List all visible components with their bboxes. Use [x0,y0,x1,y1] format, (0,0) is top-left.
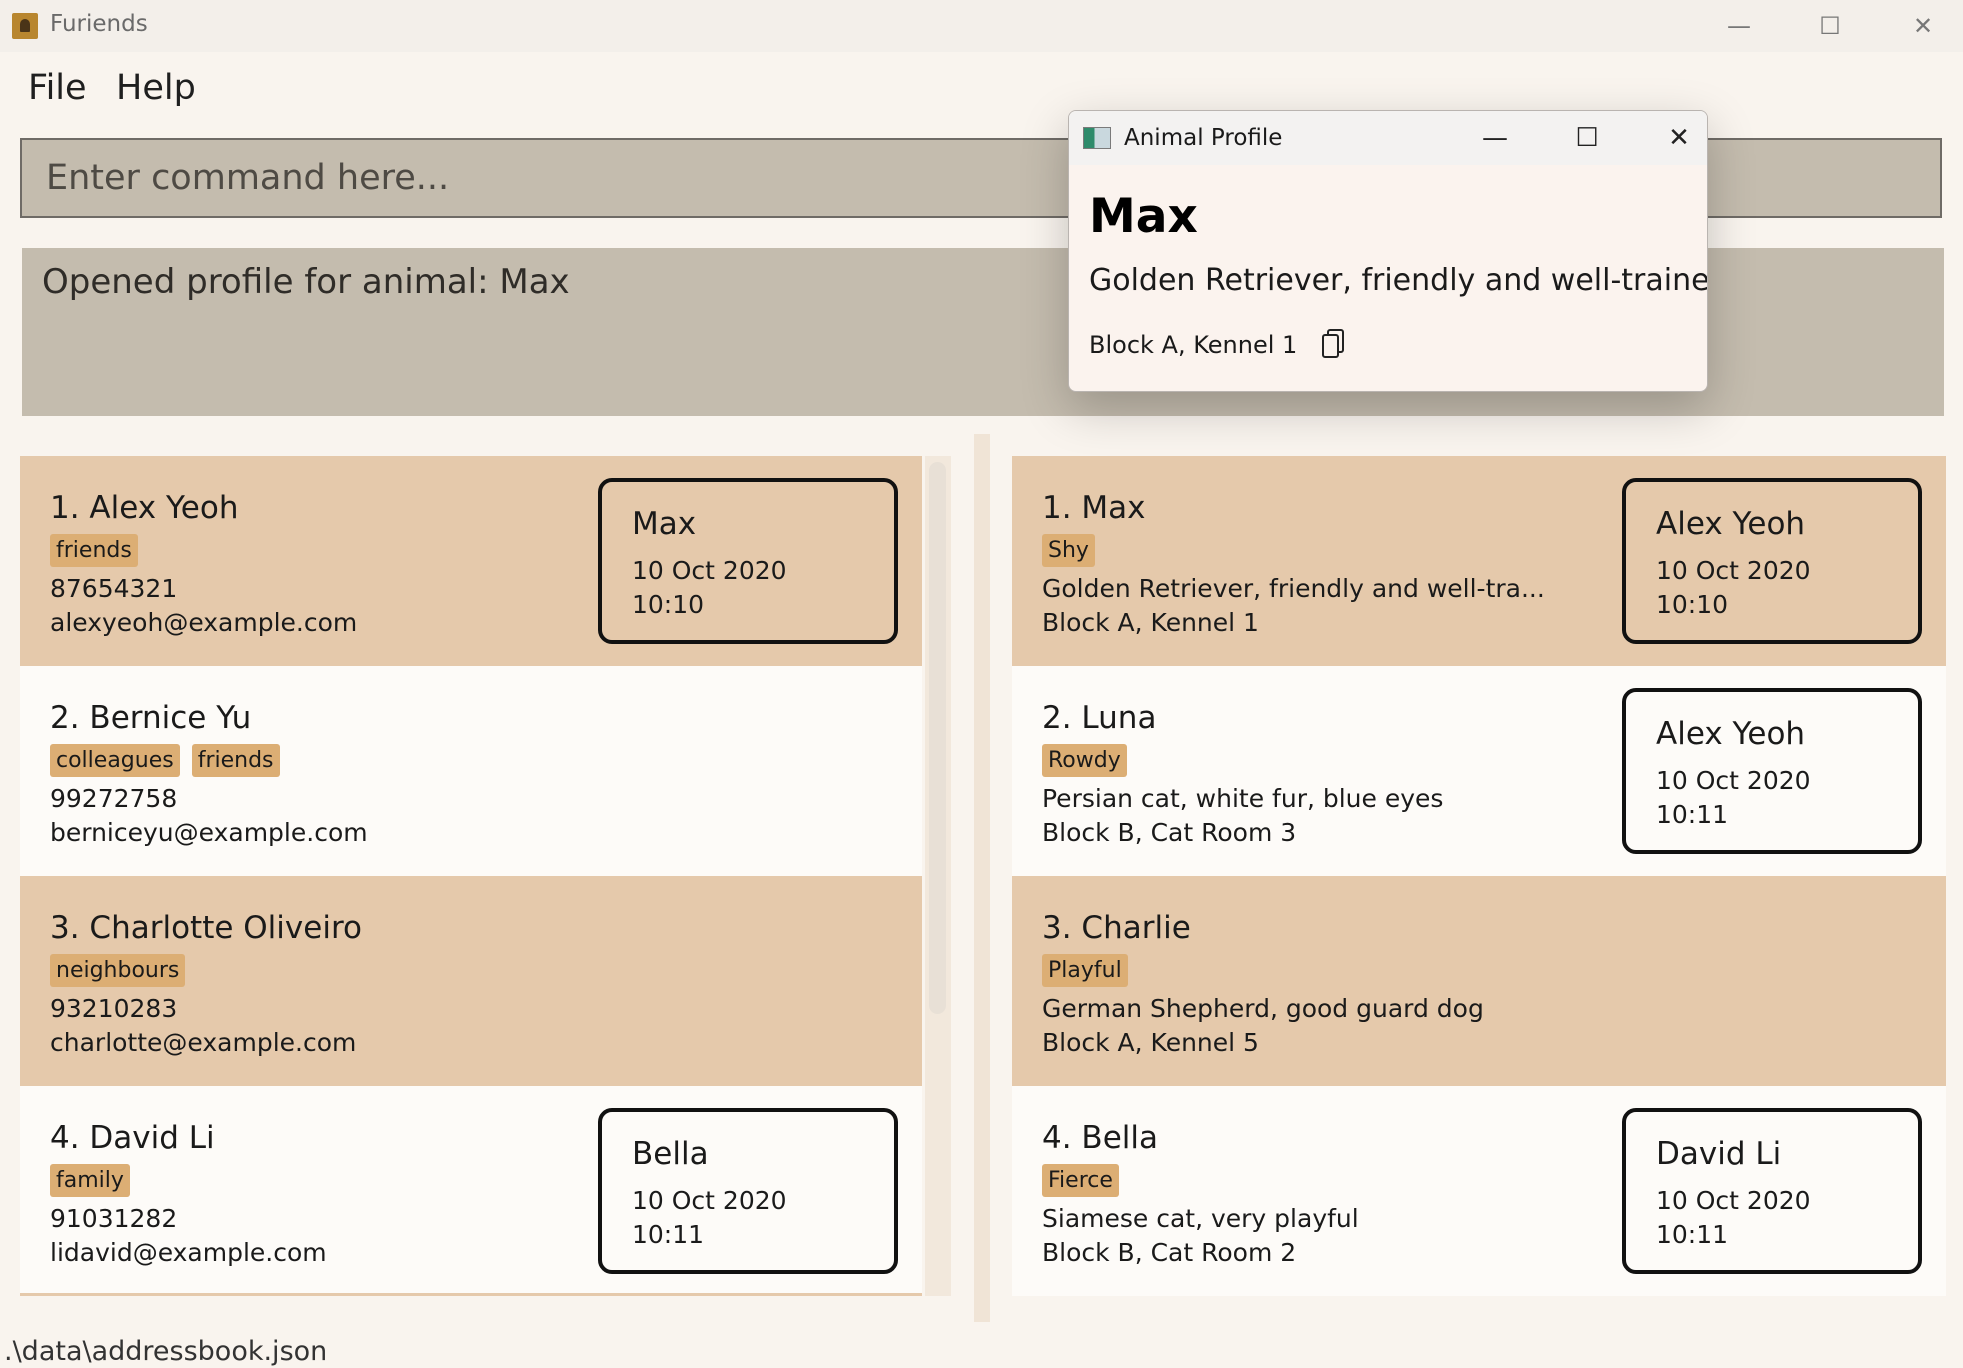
person-name: 2. Bernice Yu [50,700,252,736]
tag: Playful [1042,954,1128,987]
dialog-minimize-button[interactable]: — [1471,119,1519,157]
animal-description: Persian cat, white fur, blue eyes [1042,784,1444,813]
window-icon [1083,127,1111,149]
person-list-scrollbar[interactable] [925,456,951,1296]
animal-description: German Shepherd, good guard dog [1042,994,1484,1023]
appointment-name: David Li [1656,1136,1782,1172]
person-card[interactable]: 2. Bernice Yu colleagues friends 99272758… [20,666,922,876]
person-name: 3. Charlotte Oliveiro [50,910,362,946]
animal-name: 2. Luna [1042,700,1157,736]
person-card[interactable]: 1. Alex Yeoh friends 87654321 alexyeoh@e… [20,456,922,666]
dialog-maximize-button[interactable]: ☐ [1563,119,1611,157]
dialog-titlebar[interactable]: Animal Profile — ☐ ✕ [1069,111,1707,165]
animal-name: 4. Bella [1042,1120,1158,1156]
appointment-card: Alex Yeoh 10 Oct 2020 10:10 [1622,478,1922,644]
animal-list: 1. Max Shy Golden Retriever, friendly an… [1012,456,1946,1301]
tag: Fierce [1042,1164,1119,1197]
appointment-date: 10 Oct 2020 [1656,556,1811,585]
animal-card[interactable]: 1. Max Shy Golden Retriever, friendly an… [1012,456,1946,666]
result-text: Opened profile for animal: Max [42,262,570,302]
animal-card[interactable]: 2. Luna Rowdy Persian cat, white fur, bl… [1012,666,1946,876]
tag-list: colleagues friends [50,744,292,780]
copy-icon[interactable] [1321,329,1345,359]
person-card[interactable]: 4. David Li family 91031282 lidavid@exam… [20,1086,922,1296]
person-email: lidavid@example.com [50,1238,327,1267]
profile-description: Golden Retriever, friendly and well-trai… [1089,263,1708,298]
person-phone: 93210283 [50,994,178,1023]
animal-location: Block A, Kennel 1 [1042,608,1259,637]
animal-card[interactable]: 4. Bella Fierce Siamese cat, very playfu… [1012,1086,1946,1296]
animal-location: Block B, Cat Room 2 [1042,1238,1297,1267]
dialog-title: Animal Profile [1124,125,1283,151]
appointment-date: 10 Oct 2020 [632,556,787,585]
tag: family [50,1164,130,1197]
person-phone: 87654321 [50,574,178,603]
person-name: 4. David Li [50,1120,215,1156]
scrollbar-thumb[interactable] [929,462,946,1014]
tag: Shy [1042,534,1095,567]
appointment-card: Bella 10 Oct 2020 10:11 [598,1108,898,1274]
appointment-card: Max 10 Oct 2020 10:10 [598,478,898,644]
tag-list: family [50,1164,142,1200]
tag: colleagues [50,744,180,777]
animal-description: Golden Retriever, friendly and well-tra.… [1042,574,1545,603]
tag: neighbours [50,954,186,987]
appointment-time: 10:11 [1656,800,1729,829]
person-phone: 91031282 [50,1204,178,1233]
status-file-path: .\data\addressbook.json [4,1336,328,1367]
tag: Rowdy [1042,744,1127,777]
appointment-name: Alex Yeoh [1656,716,1806,752]
tag-list: Rowdy [1042,744,1139,780]
person-email: charlotte@example.com [50,1028,357,1057]
tag-list: Playful [1042,954,1140,990]
appointment-time: 10:10 [1656,590,1729,619]
split-divider[interactable] [974,434,990,1322]
animal-card[interactable]: 3. Charlie Playful German Shepherd, good… [1012,876,1946,1086]
profile-location: Block A, Kennel 1 [1089,331,1298,359]
tag: friends [191,744,280,777]
tag-list: neighbours [50,954,197,990]
appointment-time: 10:11 [1656,1220,1729,1249]
app-title: Furiends [50,11,148,37]
tag-list: Shy [1042,534,1107,570]
menu-file[interactable]: File [28,68,87,108]
appointment-name: Bella [632,1136,709,1172]
animal-description: Siamese cat, very playful [1042,1204,1359,1233]
appointment-time: 10:11 [632,1220,705,1249]
animal-location: Block A, Kennel 5 [1042,1028,1259,1057]
person-email: berniceyu@example.com [50,818,368,847]
appointment-date: 10 Oct 2020 [1656,766,1811,795]
minimize-button[interactable]: — [1714,8,1764,44]
app-titlebar: Furiends — ☐ ✕ [0,0,1963,52]
appointment-name: Alex Yeoh [1656,506,1806,542]
tag: friends [50,534,138,567]
command-placeholder: Enter command here... [46,158,450,198]
appointment-name: Max [632,506,697,542]
maximize-button[interactable]: ☐ [1805,8,1855,44]
animal-profile-dialog: Animal Profile — ☐ ✕ Max Golden Retrieve… [1068,110,1708,392]
close-button[interactable]: ✕ [1898,8,1948,44]
appointment-time: 10:10 [632,590,705,619]
animal-name: 3. Charlie [1042,910,1191,946]
person-phone: 99272758 [50,784,178,813]
profile-name: Max [1089,189,1198,244]
person-name: 1. Alex Yeoh [50,490,239,526]
animal-location: Block B, Cat Room 3 [1042,818,1297,847]
person-list: 1. Alex Yeoh friends 87654321 alexyeoh@e… [20,456,922,1301]
appointment-card: David Li 10 Oct 2020 10:11 [1622,1108,1922,1274]
tag-list: friends [50,534,150,570]
menu-help[interactable]: Help [116,68,196,108]
dialog-close-button[interactable]: ✕ [1655,119,1703,157]
app-logo-icon [12,13,38,39]
appointment-date: 10 Oct 2020 [1656,1186,1811,1215]
animal-name: 1. Max [1042,490,1146,526]
appointment-card: Alex Yeoh 10 Oct 2020 10:11 [1622,688,1922,854]
person-card[interactable]: 3. Charlotte Oliveiro neighbours 9321028… [20,876,922,1086]
appointment-date: 10 Oct 2020 [632,1186,787,1215]
tag-list: Fierce [1042,1164,1131,1200]
person-email: alexyeoh@example.com [50,608,358,637]
